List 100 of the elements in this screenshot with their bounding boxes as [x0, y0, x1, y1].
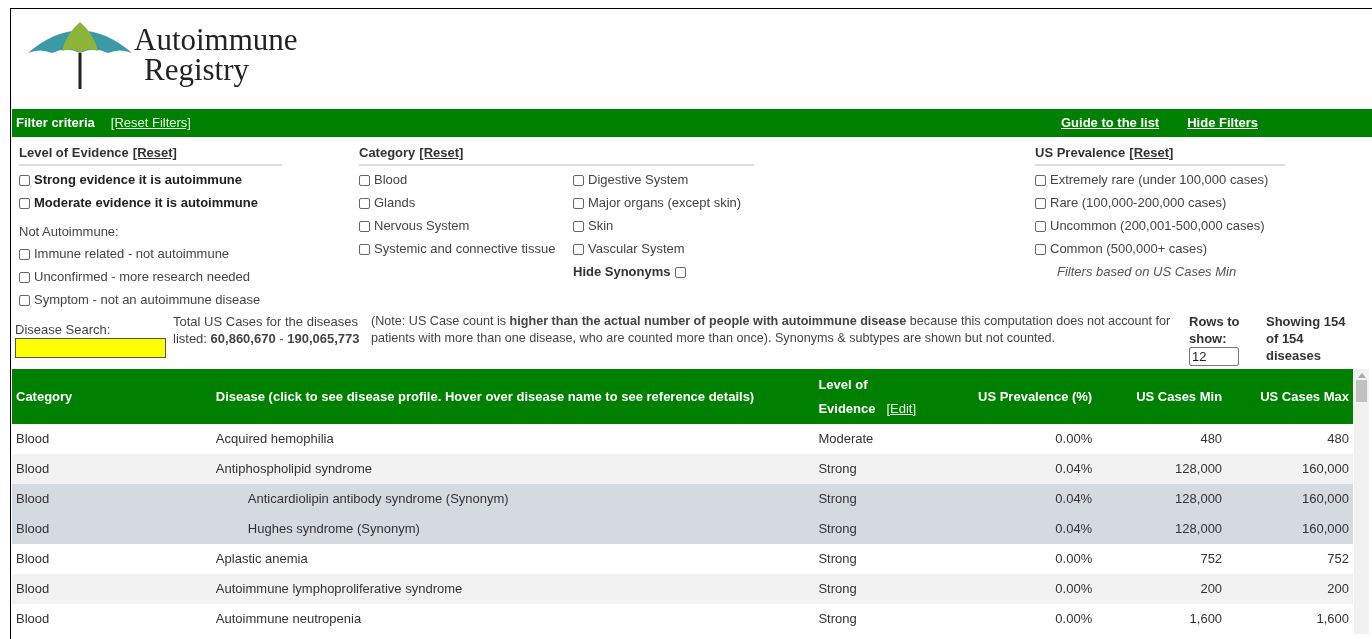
logo[interactable]: Autoimmune Registry	[26, 19, 326, 91]
checkbox[interactable]	[674, 266, 686, 278]
table-cell: 128,000	[1175, 521, 1223, 537]
checkbox-option[interactable]: Blood	[359, 168, 573, 192]
checkbox[interactable]	[1035, 197, 1046, 209]
reset-link[interactable]: [Reset]	[132, 143, 177, 163]
checkbox-option[interactable]: Uncommon (200,001-500,000 cases)	[1035, 214, 1285, 238]
table-cell: Blood	[16, 551, 50, 567]
checkbox[interactable]	[359, 174, 370, 186]
table-cell: 0.00%	[1055, 551, 1093, 567]
checkbox[interactable]	[1035, 243, 1046, 255]
table-cell: 160,000	[1302, 521, 1349, 537]
disease-link[interactable]: Autoimmune neutropenia	[215, 611, 362, 627]
table-cell: 752	[1327, 551, 1349, 567]
checkbox[interactable]	[573, 174, 584, 186]
reset-link[interactable]: [Reset]	[1129, 143, 1174, 163]
reset-filters-link[interactable]: [Reset Filters]	[110, 113, 191, 133]
table-cell: 200	[1200, 581, 1223, 597]
checkbox[interactable]	[1035, 220, 1046, 232]
table-cell: 0.00%	[1055, 431, 1093, 447]
table-cell: 752	[1200, 551, 1223, 567]
rows-field[interactable]: 12	[1189, 347, 1239, 366]
disease-link[interactable]: Anticardiolipin antibody syndrome (Synonym)	[247, 491, 509, 507]
checkbox-option[interactable]: Nervous System	[359, 214, 573, 238]
checkbox[interactable]	[19, 294, 30, 306]
filter-bar-link[interactable]: Hide Filters	[1187, 113, 1258, 133]
checkbox[interactable]	[359, 220, 370, 232]
table-row[interactable]: Blood Hughes syndrome (Synonym) Strong 0.04% 128,000 160,000	[12, 514, 1353, 544]
scroll-thumb[interactable]	[1356, 380, 1367, 402]
table-cell: 160,000	[1302, 461, 1349, 477]
checkbox-option[interactable]: Strong evidence it is autoimmune	[19, 168, 359, 192]
table-cell: Blood	[16, 461, 50, 477]
table-cell: 0.04%	[1055, 461, 1093, 477]
disease-link[interactable]: Antiphospholipid syndrome	[215, 461, 372, 477]
checkbox-option[interactable]: Immune related - not autoimmune	[19, 242, 359, 266]
table-cell: Strong	[818, 491, 857, 507]
table-cell: Strong	[818, 521, 857, 537]
checkbox[interactable]	[573, 197, 584, 209]
reset-link[interactable]: [Reset]	[419, 143, 464, 163]
disease-link[interactable]: Autoimmune lymphoproliferative syndrome	[215, 581, 463, 597]
table-row[interactable]: Blood Antiphospholipid syndrome Strong 0.04% 128,000 160,000	[12, 454, 1353, 484]
checkbox-option[interactable]: Extremely rare (under 100,000 cases)	[1035, 168, 1285, 192]
checkbox[interactable]	[19, 174, 30, 186]
table-row[interactable]: Blood Autoimmune lymphoproliferative syndrome Strong 0.00% 200 200	[12, 574, 1353, 604]
checkbox-option[interactable]: Moderate evidence it is autoimmune	[19, 191, 359, 215]
disease-link[interactable]: Acquired hemophilia	[215, 431, 334, 447]
search-field[interactable]	[15, 338, 166, 358]
checkbox[interactable]	[19, 271, 30, 283]
filter-bar-link[interactable]: Guide to the list	[1060, 113, 1160, 133]
table-cell: Strong	[818, 581, 857, 597]
showing-count: Showing 154 of 154 diseases	[1266, 313, 1347, 365]
table-cell: 1,600	[1189, 611, 1223, 627]
column-header[interactable]: US Cases Max	[1260, 386, 1349, 407]
table-cell: Blood	[16, 431, 50, 447]
edit-link[interactable]: [Edit]	[886, 396, 917, 421]
column-header[interactable]: US Prevalence (%)	[978, 386, 1093, 407]
hide-synonyms-toggle[interactable]: Hide Synonyms	[573, 260, 773, 284]
table-cell: Blood	[16, 491, 50, 507]
table-cell: 200	[1327, 581, 1349, 597]
checkbox-option[interactable]: Digestive System	[573, 168, 773, 192]
table-cell: Strong	[818, 611, 857, 627]
column-header[interactable]: US Cases Min	[1136, 386, 1223, 407]
checkbox-option[interactable]: Systemic and connective tissue	[359, 237, 573, 261]
checkbox-option[interactable]: Major organs (except skin)	[573, 191, 773, 215]
checkbox-option[interactable]: Glands	[359, 191, 573, 215]
table-cell: 1,600	[1316, 611, 1349, 627]
table-cell: 128,000	[1175, 491, 1223, 507]
table-cell: 0.00%	[1055, 611, 1093, 627]
checkbox-option[interactable]: Unconfirmed - more research needed	[19, 265, 359, 289]
checkbox-option[interactable]: Vascular System	[573, 237, 773, 261]
table-cell: Strong	[818, 461, 857, 477]
table-cell: 480	[1200, 431, 1223, 447]
column-header[interactable]: Level of Evidence	[818, 372, 879, 421]
checkbox[interactable]	[573, 220, 584, 232]
filter-title: Filter criteria	[16, 114, 95, 133]
checkbox[interactable]	[573, 243, 584, 255]
checkbox[interactable]	[1035, 174, 1046, 186]
scrollbar[interactable]	[1354, 369, 1369, 634]
disease-link[interactable]: Hughes syndrome (Synonym)	[247, 521, 420, 537]
table-cell: 0.00%	[1055, 581, 1093, 597]
section-title: US Prevalence	[1035, 144, 1126, 162]
checkbox-option[interactable]: Skin	[573, 214, 773, 238]
checkbox[interactable]	[359, 197, 370, 209]
search-label: Disease Search:	[15, 321, 112, 338]
table-row[interactable]: Blood Anticardiolipin antibody syndrome (Synonym) Strong 0.04% 128,000 160,000	[12, 484, 1353, 514]
column-header[interactable]: Category	[16, 386, 73, 407]
table-cell: Blood	[16, 521, 50, 537]
section-title: Level of Evidence	[19, 144, 129, 162]
checkbox-option[interactable]: Rare (100,000-200,000 cases)	[1035, 191, 1285, 215]
checkbox-option[interactable]: Common (500,000+ cases)	[1035, 237, 1285, 261]
checkbox[interactable]	[19, 248, 30, 260]
checkbox[interactable]	[359, 243, 370, 255]
checkbox[interactable]	[19, 197, 30, 209]
disease-link[interactable]: Aplastic anemia	[215, 551, 308, 567]
table-cell: 160,000	[1302, 491, 1349, 507]
total-cases-text: Total US Cases for the diseases listed: 60,860,670 - 190,065,773	[173, 313, 361, 348]
table-cell: Strong	[818, 551, 857, 567]
checkbox-option[interactable]: Symptom - not an autoimmune disease	[19, 288, 359, 312]
column-header[interactable]: Disease (click to see disease profile. Hover over disease name to see reference details)	[215, 386, 755, 407]
table-cell: Blood	[16, 581, 50, 597]
